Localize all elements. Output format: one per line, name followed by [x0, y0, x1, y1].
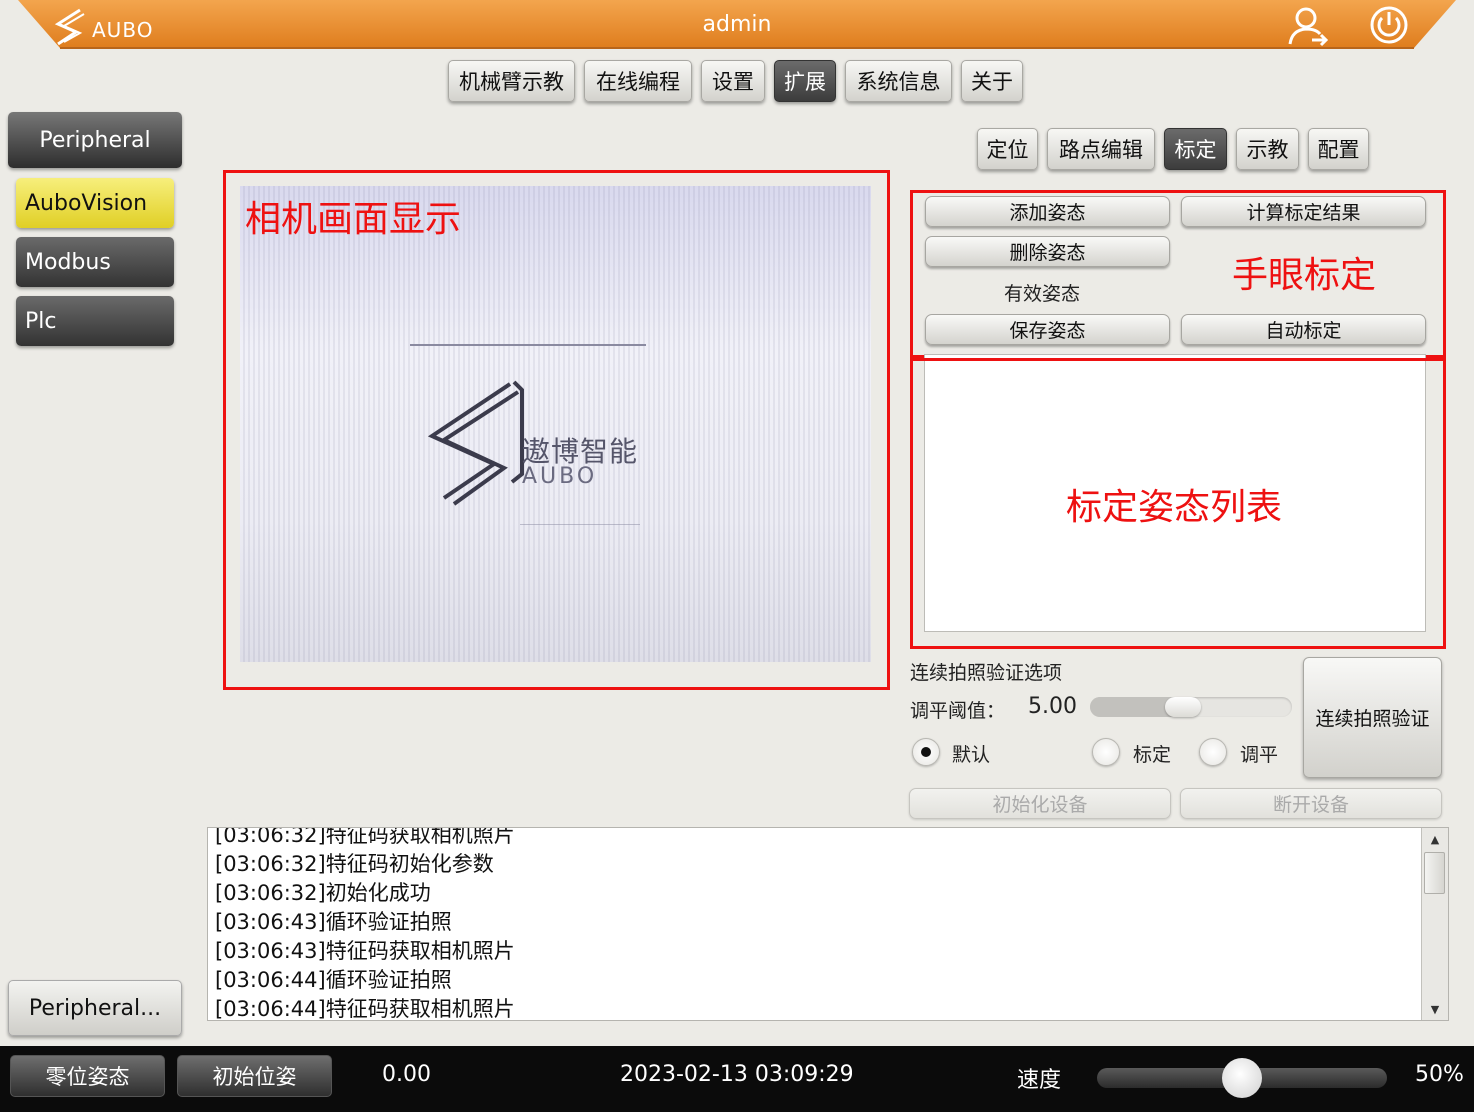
log-line: [03:06:44]循环验证拍照 [215, 968, 452, 992]
disconnect-device-button[interactable]: 断开设备 [1180, 788, 1442, 819]
verify-options-title: 连续拍照验证选项 [910, 662, 1063, 684]
subtab-teach[interactable]: 示教 [1236, 128, 1299, 170]
pose-list-annotation-label: 标定姿态列表 [1066, 487, 1283, 528]
sidebar-peripheral-more-button[interactable]: Peripheral... [8, 980, 182, 1036]
power-icon[interactable] [1368, 4, 1410, 46]
speed-slider-thumb[interactable] [1222, 1058, 1262, 1098]
auto-calibrate-button[interactable]: 自动标定 [1181, 314, 1426, 345]
speed-label: 速度 [1017, 1068, 1062, 1093]
log-line: [03:06:43]特征码获取相机照片 [215, 939, 515, 963]
radio-default[interactable] [912, 738, 940, 766]
save-pose-button[interactable]: 保存姿态 [925, 314, 1170, 345]
tab-system-info[interactable]: 系统信息 [845, 60, 952, 102]
status-datetime: 2023-02-13 03:09:29 [620, 1062, 852, 1087]
status-value: 0.00 [382, 1062, 431, 1087]
log-panel[interactable]: [03:06:32]特征码获取相机照片 [03:06:32]特征码初始化参数 [… [207, 827, 1449, 1021]
threshold-slider-thumb[interactable] [1164, 697, 1201, 717]
log-line: [03:06:32]特征码获取相机照片 [215, 827, 515, 847]
status-bar: 零位姿态 初始位姿 0.00 2023-02-13 03:09:29 速度 50… [0, 1046, 1474, 1112]
speed-value: 50% [1415, 1062, 1464, 1087]
subtab-waypoint-edit[interactable]: 路点编辑 [1047, 128, 1155, 170]
header-username: admin [702, 12, 772, 37]
subtab-calibration[interactable]: 标定 [1164, 128, 1227, 170]
log-scrollbar[interactable]: ▲ ▼ [1421, 828, 1448, 1020]
log-line: [03:06:43]循环验证拍照 [215, 910, 452, 934]
valid-pose-label: 有效姿态 [1004, 283, 1081, 305]
tab-online-programming[interactable]: 在线编程 [584, 60, 692, 102]
radio-calibrate-label: 标定 [1133, 744, 1172, 766]
tab-about[interactable]: 关于 [961, 60, 1023, 102]
sidebar-peripheral-header[interactable]: Peripheral [8, 112, 182, 168]
init-pose-button[interactable]: 初始位姿 [177, 1055, 332, 1097]
log-lines: [03:06:32]特征码获取相机照片 [03:06:32]特征码初始化参数 [… [215, 827, 515, 1021]
radio-level[interactable] [1199, 738, 1227, 766]
log-line: [03:06:44]特征码获取相机照片 [215, 997, 515, 1021]
header-bar: AUBO admin [0, 0, 1474, 52]
calibration-annotation-label: 手眼标定 [1232, 255, 1377, 296]
threshold-value: 5.00 [1028, 694, 1077, 719]
radio-level-label: 调平 [1240, 744, 1279, 766]
log-line: [03:06:32]初始化成功 [215, 881, 431, 905]
scroll-down-icon[interactable]: ▼ [1422, 998, 1448, 1020]
subtab-locate[interactable]: 定位 [977, 128, 1038, 170]
camera-annotation-box [223, 170, 890, 690]
subtab-config[interactable]: 配置 [1308, 128, 1369, 170]
sidebar-item-aubovision[interactable]: AuboVision [16, 178, 174, 228]
tab-extension[interactable]: 扩展 [774, 60, 836, 102]
add-pose-button[interactable]: 添加姿态 [925, 196, 1170, 227]
sidebar-item-plc[interactable]: Plc [16, 296, 174, 346]
delete-pose-button[interactable]: 删除姿态 [925, 236, 1170, 267]
sidebar-item-modbus[interactable]: Modbus [16, 237, 174, 287]
user-switch-icon[interactable] [1286, 4, 1330, 48]
log-scrollbar-thumb[interactable] [1424, 852, 1445, 894]
continuous-photo-verify-button[interactable]: 连续拍照验证 [1303, 657, 1442, 778]
init-device-button[interactable]: 初始化设备 [909, 788, 1171, 819]
tab-robot-teach[interactable]: 机械臂示教 [448, 60, 575, 102]
compute-calibration-result-button[interactable]: 计算标定结果 [1181, 196, 1426, 227]
threshold-label: 调平阈值： [910, 700, 1006, 722]
scroll-up-icon[interactable]: ▲ [1422, 828, 1448, 850]
camera-annotation-label: 相机画面显示 [245, 199, 462, 240]
log-line: [03:06:32]特征码初始化参数 [215, 852, 494, 876]
tab-settings[interactable]: 设置 [701, 60, 765, 102]
radio-default-label: 默认 [952, 744, 991, 766]
zero-pose-button[interactable]: 零位姿态 [10, 1055, 165, 1097]
radio-calibrate[interactable] [1092, 738, 1120, 766]
